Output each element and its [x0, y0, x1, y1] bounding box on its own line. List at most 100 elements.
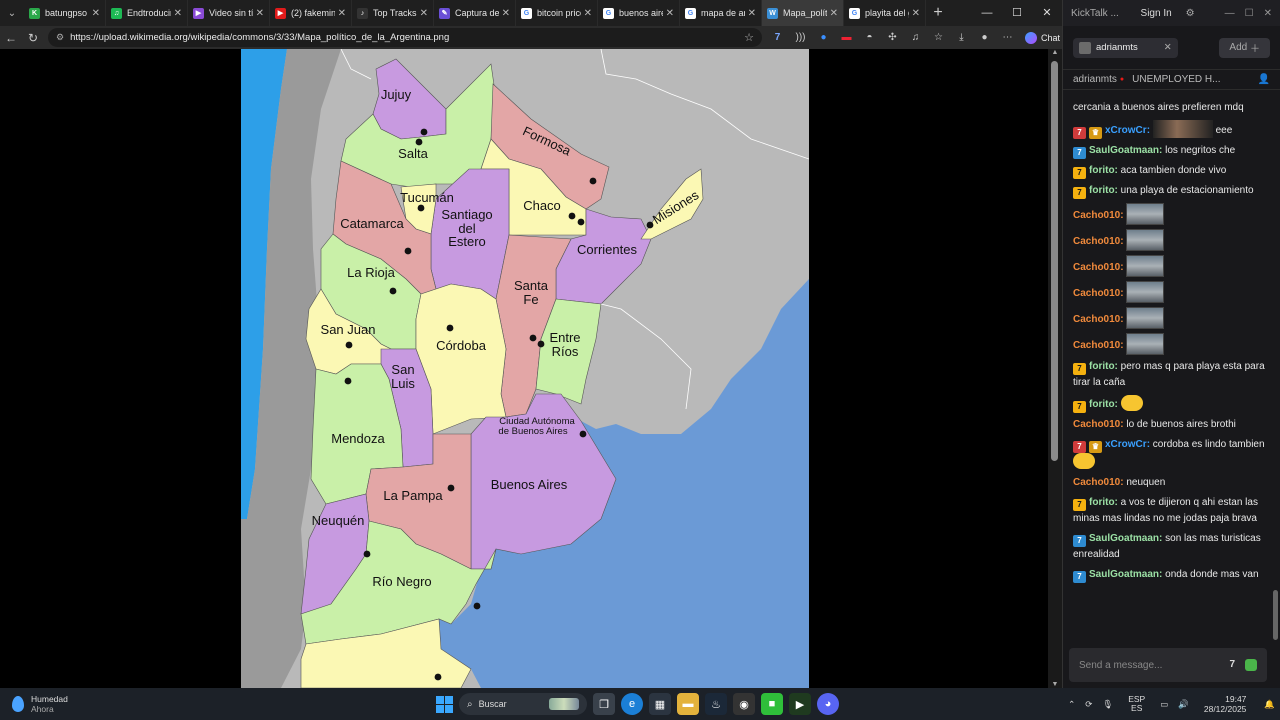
chat-username[interactable]: forito — [1089, 165, 1115, 176]
extensions-puzzle-icon[interactable]: ✣ — [881, 32, 904, 43]
add-channel-button[interactable]: Add ＋ — [1219, 37, 1270, 58]
chat-username[interactable]: forito — [1089, 399, 1115, 410]
bookmark-star-icon[interactable]: ☆ — [744, 31, 754, 44]
chat-username[interactable]: Cacho010 — [1073, 419, 1120, 430]
media-control-icon[interactable]: ♫ — [904, 32, 927, 43]
url-bar[interactable]: ⚙ https://upload.wikimedia.org/wikipedia… — [48, 28, 762, 47]
channel-tab[interactable]: adrianmts ✕ — [1073, 37, 1178, 58]
close-tab-icon[interactable]: ✕ — [912, 8, 920, 19]
chat-username[interactable]: Cacho010 — [1073, 236, 1120, 247]
microphone-icon[interactable]: 🎙 — [1102, 699, 1113, 710]
user-list-icon[interactable]: 👤 — [1258, 74, 1270, 85]
store-icon[interactable]: ▦ — [649, 693, 671, 715]
7tv-emote-picker-icon[interactable]: 7 — [1229, 659, 1235, 671]
browser-tab[interactable]: ♫ Endtroducing✕ — [106, 0, 188, 26]
obs-icon[interactable]: ◉ — [733, 693, 755, 715]
kick-emote-picker-icon[interactable] — [1245, 659, 1257, 671]
chat-username[interactable]: Cacho010 — [1073, 210, 1120, 221]
close-tab-icon[interactable]: ✕ — [748, 8, 756, 19]
notifications-bell-icon[interactable]: 🔔 — [1264, 699, 1275, 710]
chat-username[interactable]: SaulGoatmaan — [1089, 569, 1159, 580]
edge-browser-icon[interactable]: e — [621, 693, 643, 715]
chat-username[interactable]: xCrowCr — [1105, 439, 1147, 450]
browser-tab[interactable]: Kbatungpso - Y✕ — [24, 0, 106, 26]
new-tab-button[interactable]: + — [926, 4, 950, 22]
audio-extension-icon[interactable]: ))) — [789, 32, 812, 43]
weather-widget[interactable]: Humedad Ahora — [12, 694, 68, 714]
chat-username[interactable]: Cacho010 — [1073, 262, 1120, 273]
browser-tab[interactable]: Gmapa de arge✕ — [680, 0, 762, 26]
more-menu-icon[interactable]: ⋯ — [996, 32, 1019, 43]
browser-tab[interactable]: Gbuenos aires✕ — [598, 0, 680, 26]
steam-icon[interactable]: ♨ — [705, 693, 727, 715]
7tv-extension-icon[interactable]: 7 — [766, 32, 789, 43]
site-info-icon[interactable]: ⚙ — [56, 32, 64, 43]
copilot-chat-button[interactable]: Chat — [1025, 31, 1060, 44]
close-tab-icon[interactable]: ✕ — [420, 8, 428, 19]
downloads-icon[interactable]: ⤓ — [950, 32, 973, 43]
record-extension-icon[interactable]: ▬ — [835, 32, 858, 43]
chat-message-list[interactable]: cercania a buenos aires prefieren mdq 7 ♛ x… — [1073, 100, 1269, 587]
close-tab-icon[interactable]: ✕ — [502, 8, 510, 19]
profile-avatar-icon[interactable]: ● — [973, 32, 996, 43]
tray-overflow-icon[interactable]: ⌃ — [1068, 699, 1075, 710]
chat-username[interactable]: Cacho010 — [1073, 340, 1120, 351]
terminal-icon[interactable]: ▶ — [789, 693, 811, 715]
task-view-icon[interactable]: ❐ — [593, 693, 615, 715]
close-tab-icon[interactable]: ✕ — [174, 8, 182, 19]
minimize-icon[interactable]: — — [972, 0, 1002, 26]
clock[interactable]: 19:47 28/12/2025 — [1199, 694, 1252, 714]
windows-start-icon[interactable] — [436, 695, 453, 713]
incognito-extension-icon[interactable]: ◓ — [858, 32, 881, 43]
chat-username[interactable]: Cacho010 — [1073, 477, 1120, 488]
discord-icon[interactable]: ◕ — [817, 693, 839, 715]
vpn-extension-icon[interactable]: ● — [812, 32, 835, 43]
maximize-icon[interactable]: ☐ — [1002, 0, 1032, 26]
taskbar-search[interactable]: ⌕ Buscar — [459, 693, 587, 715]
favorites-icon[interactable]: ☆ — [927, 32, 950, 43]
close-tab-icon[interactable]: ✕ — [92, 8, 100, 19]
volume-icon[interactable]: 🔊 — [1178, 699, 1189, 710]
browser-tab[interactable]: ▶ (2) fakemink✕ — [270, 0, 352, 26]
chat-close-icon[interactable]: ✕ — [1264, 8, 1272, 19]
scrollbar-thumb[interactable] — [1051, 61, 1058, 461]
chat-username[interactable]: forito — [1089, 497, 1115, 508]
language-indicator[interactable]: ESP ES — [1123, 695, 1150, 713]
sync-icon[interactable]: ⟳ — [1085, 699, 1092, 710]
close-tab-icon[interactable]: ✕ — [338, 8, 346, 19]
close-channel-icon[interactable]: ✕ — [1164, 42, 1172, 53]
close-tab-icon[interactable]: ✕ — [584, 8, 592, 19]
browser-tab[interactable]: ✎ Captura de p✕ — [434, 0, 516, 26]
browser-tab[interactable]: ♪ Top Tracks - S✕ — [352, 0, 434, 26]
settings-gear-icon[interactable]: ⚙ — [1186, 8, 1195, 19]
green-app-icon[interactable]: ■ — [761, 693, 783, 715]
chat-username[interactable]: forito — [1089, 361, 1115, 372]
browser-tab[interactable]: W Mapa_político✕ — [762, 0, 844, 26]
chat-username[interactable]: forito — [1089, 185, 1115, 196]
chat-username[interactable]: SaulGoatmaan — [1089, 145, 1159, 156]
network-icon[interactable]: ▭ — [1160, 699, 1168, 710]
back-icon[interactable]: ← — [0, 31, 22, 45]
close-window-icon[interactable]: ✕ — [1032, 0, 1062, 26]
browser-tab[interactable]: Gplayita del gu✕ — [844, 0, 926, 26]
file-explorer-icon[interactable]: ▬ — [677, 693, 699, 715]
chat-scrollbar[interactable] — [1273, 590, 1278, 640]
close-tab-icon[interactable]: ✕ — [256, 8, 264, 19]
chat-maximize-icon[interactable]: ☐ — [1245, 8, 1254, 19]
scroll-up-icon[interactable]: ▲ — [1048, 49, 1062, 56]
tab-menu-button[interactable]: ⌄ — [0, 0, 24, 26]
sign-in-button[interactable]: Sign In — [1141, 8, 1172, 19]
chat-username[interactable]: Cacho010 — [1073, 314, 1120, 325]
page-scrollbar[interactable]: ▲ ▼ — [1048, 49, 1062, 688]
chat-minimize-icon[interactable]: — — [1225, 8, 1235, 19]
chat-username[interactable]: Cacho010 — [1073, 288, 1120, 299]
reload-icon[interactable]: ↻ — [22, 31, 44, 45]
browser-tab[interactable]: ▶ Video sin título✕ — [188, 0, 270, 26]
scroll-down-icon[interactable]: ▼ — [1048, 681, 1062, 688]
chat-username[interactable]: xCrowCr — [1105, 125, 1147, 136]
close-tab-icon[interactable]: ✕ — [830, 8, 838, 19]
chat-message-input[interactable]: Send a message... 7 — [1069, 648, 1267, 682]
close-tab-icon[interactable]: ✕ — [666, 8, 674, 19]
chat-username[interactable]: SaulGoatmaan — [1089, 533, 1159, 544]
browser-tab[interactable]: Gbitcoin price ✕ — [516, 0, 598, 26]
